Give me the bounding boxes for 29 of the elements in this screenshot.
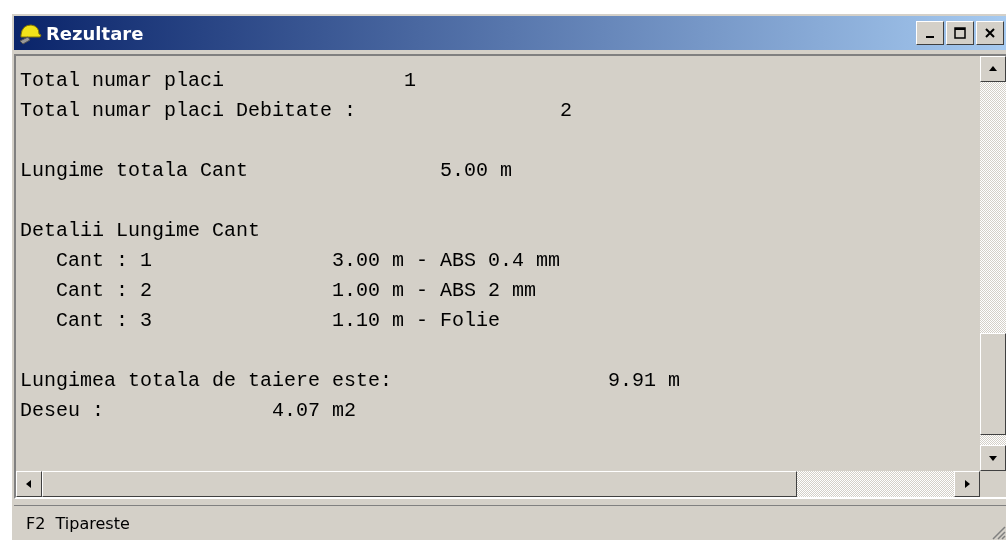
report-line: Cant : 1 3.00 m - ABS 0.4 mm	[55, 248, 561, 274]
maximize-button[interactable]	[946, 21, 974, 45]
close-button[interactable]	[976, 21, 1004, 45]
left-arrow-icon	[24, 479, 34, 489]
report-line: Deseu : 4.07 m2	[20, 398, 357, 424]
up-arrow-icon	[988, 64, 998, 74]
status-text: F2 Tipareste	[25, 513, 131, 533]
resize-grip-icon[interactable]	[990, 524, 1006, 540]
report-line: Cant : 3 1.10 m - Folie	[55, 308, 501, 334]
report-line: Detalii Lungime Cant	[20, 218, 261, 244]
scroll-right-button[interactable]	[954, 471, 980, 497]
report-line: Cant : 2 1.00 m - ABS 2 mm	[55, 278, 537, 304]
minimize-button[interactable]	[916, 21, 944, 45]
close-icon	[984, 27, 996, 39]
report-line: Total numar placi 1	[20, 68, 417, 94]
hard-hat-icon	[18, 21, 42, 45]
scrollbar-thumb[interactable]	[42, 471, 797, 497]
down-arrow-icon	[988, 453, 998, 463]
report-line: Total numar placi Debitate : 2	[20, 98, 573, 124]
report-line: Lungime totala Cant 5.00 m	[20, 158, 513, 184]
right-arrow-icon	[962, 479, 972, 489]
scrollbar-thumb[interactable]	[980, 333, 1006, 435]
minimize-icon	[926, 36, 934, 38]
maximize-icon	[954, 27, 966, 39]
scroll-down-button[interactable]	[980, 445, 1006, 471]
scroll-up-button[interactable]	[980, 56, 1006, 82]
window-title: Rezultare	[46, 22, 145, 44]
scroll-left-button[interactable]	[16, 471, 42, 497]
report-line: Lungimea totala de taiere este: 9.91 m	[20, 368, 681, 394]
